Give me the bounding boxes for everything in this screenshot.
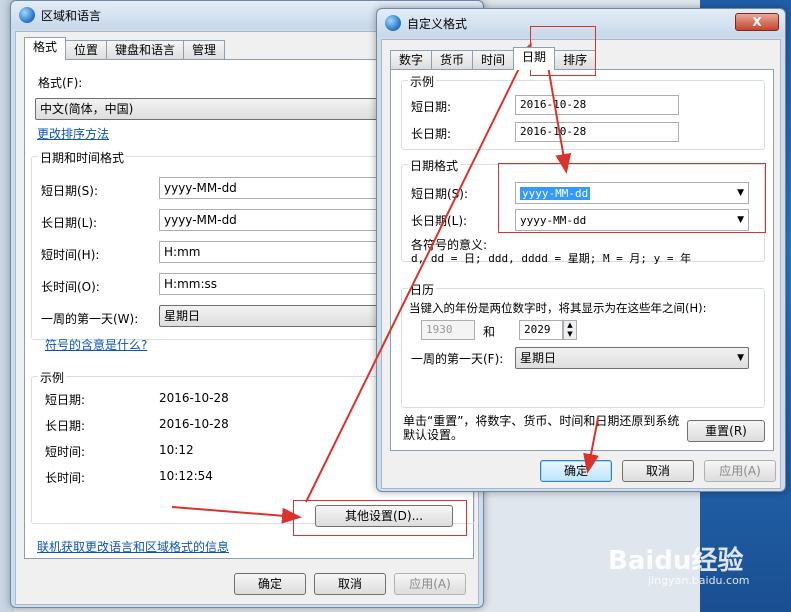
datetime-group-title: 日期和时间格式 — [38, 149, 127, 166]
example-long-date-value: 2016-10-28 — [159, 417, 229, 431]
reset-text-line: 单击“重置”，将数字、货币、时间和日期还原到系统默认设置。 — [403, 414, 680, 442]
example-short-date-value: 2016-10-28 — [159, 391, 229, 405]
window-title: 区域和语言 — [41, 8, 102, 23]
apply-button[interactable]: 应用(A) — [394, 573, 466, 595]
first-day-value: 星期日 — [164, 309, 201, 323]
globe-icon — [385, 15, 401, 31]
format-value: 中文(简体，中国) — [40, 102, 134, 116]
tab-currency[interactable]: 货币 — [431, 50, 474, 70]
calendar-group-title: 日历 — [408, 281, 437, 298]
customize-format-window: 自定义格式 X 数字 货币 时间 日期 排序 示例 短日期: 2016-10-2… — [376, 8, 786, 492]
first-day-label: 一周的第一天(W): — [41, 312, 139, 326]
cancel-button[interactable]: 取消 — [314, 573, 386, 595]
date-long-label: 长日期(L): — [411, 214, 468, 228]
close-button[interactable]: X — [735, 13, 779, 31]
example-long-time-value: 10:12:54 — [159, 469, 213, 483]
example-short-date-field: 2016-10-28 — [515, 95, 679, 115]
tab-strip: 格式 位置 键盘和语言 管理 — [24, 37, 226, 60]
example-group-title: 示例 — [38, 369, 67, 386]
chevron-down-icon: ▼ — [737, 353, 744, 363]
watermark-brand: Baidu经验 — [608, 546, 744, 576]
baidu-watermark-url: jingyan.baidu.com — [648, 574, 750, 587]
short-time-label: 短时间(H): — [41, 248, 100, 262]
globe-icon — [19, 7, 35, 23]
example-long-date-label: 长日期: — [411, 127, 452, 141]
example-group-title: 示例 — [408, 73, 437, 90]
dialog-client: 数字 货币 时间 日期 排序 示例 短日期: 2016-10-28 长日期: 2… — [381, 39, 781, 489]
example-short-date-label: 短日期: — [45, 393, 86, 407]
annotation-box-other-settings — [293, 500, 467, 536]
symbol-meaning-link[interactable]: 符号的含意是什么? — [45, 336, 147, 353]
short-date-value: yyyy-MM-dd — [164, 181, 237, 195]
tab-keyboard-language[interactable]: 键盘和语言 — [106, 40, 185, 60]
year-and-label: 和 — [483, 325, 496, 339]
example-short-date-label: 短日期: — [411, 100, 452, 114]
tab-numbers[interactable]: 数字 — [390, 50, 433, 70]
tab-location[interactable]: 位置 — [65, 40, 108, 60]
year-to-field[interactable]: 2029 — [519, 320, 563, 340]
example-long-time-label: 长时间: — [45, 471, 86, 485]
date-panel: 示例 短日期: 2016-10-28 长日期: 2016-10-28 日期格式 … — [390, 69, 774, 451]
annotation-box-date-format — [498, 163, 766, 233]
long-time-value: H:mm:ss — [164, 277, 217, 291]
symbols-text: d, dd = 日; ddd, dddd = 星期; M = 月; y = 年 — [411, 252, 692, 265]
tab-administrative[interactable]: 管理 — [183, 40, 226, 60]
first-day-combo[interactable]: 星期日 ▼ — [515, 347, 749, 369]
example-long-date-field: 2016-10-28 — [515, 122, 679, 142]
two-digit-year-text: 当键入的年份是两位数字时，将其显示为在这些年之间(H): — [409, 301, 707, 315]
example-short-time-value: 10:12 — [159, 443, 194, 457]
baidu-watermark: Baidu经验 — [608, 540, 743, 577]
short-time-value: H:mm — [164, 245, 201, 259]
date-short-label: 短日期(S): — [411, 187, 469, 201]
tab-format[interactable]: 格式 — [24, 37, 67, 60]
first-day-combo-value: 星期日 — [520, 351, 557, 365]
ok-button[interactable]: 确定 — [540, 460, 612, 482]
date-format-group-title: 日期格式 — [408, 157, 461, 174]
long-date-value: yyyy-MM-dd — [164, 213, 237, 227]
online-info-link[interactable]: 联机获取更改语言和区域格式的信息 — [37, 538, 229, 555]
apply-button[interactable]: 应用(A) — [704, 460, 776, 482]
reset-button[interactable]: 重置(R) — [687, 420, 765, 442]
cancel-button[interactable]: 取消 — [622, 460, 694, 482]
watermark-url: jingyan.baidu.com — [648, 574, 750, 587]
short-date-label: 短日期(S): — [41, 184, 99, 198]
first-day-label: 一周的第一天(F): — [411, 352, 504, 366]
ok-button[interactable]: 确定 — [234, 573, 306, 595]
tab-date[interactable]: 日期 — [513, 47, 556, 70]
format-label: 格式(F): — [38, 76, 83, 90]
change-sort-link[interactable]: 更改排序方法 — [37, 125, 109, 142]
year-spinner[interactable]: ▲ ▼ — [563, 320, 577, 340]
window-title: 自定义格式 — [407, 16, 468, 31]
tab-time[interactable]: 时间 — [472, 50, 515, 70]
example-long-date-label: 长日期: — [45, 419, 86, 433]
year-from-field: 1930 — [421, 320, 475, 340]
example-short-time-label: 短时间: — [45, 445, 86, 459]
long-time-label: 长时间(O): — [41, 280, 100, 294]
long-date-label: 长日期(L): — [41, 216, 98, 230]
